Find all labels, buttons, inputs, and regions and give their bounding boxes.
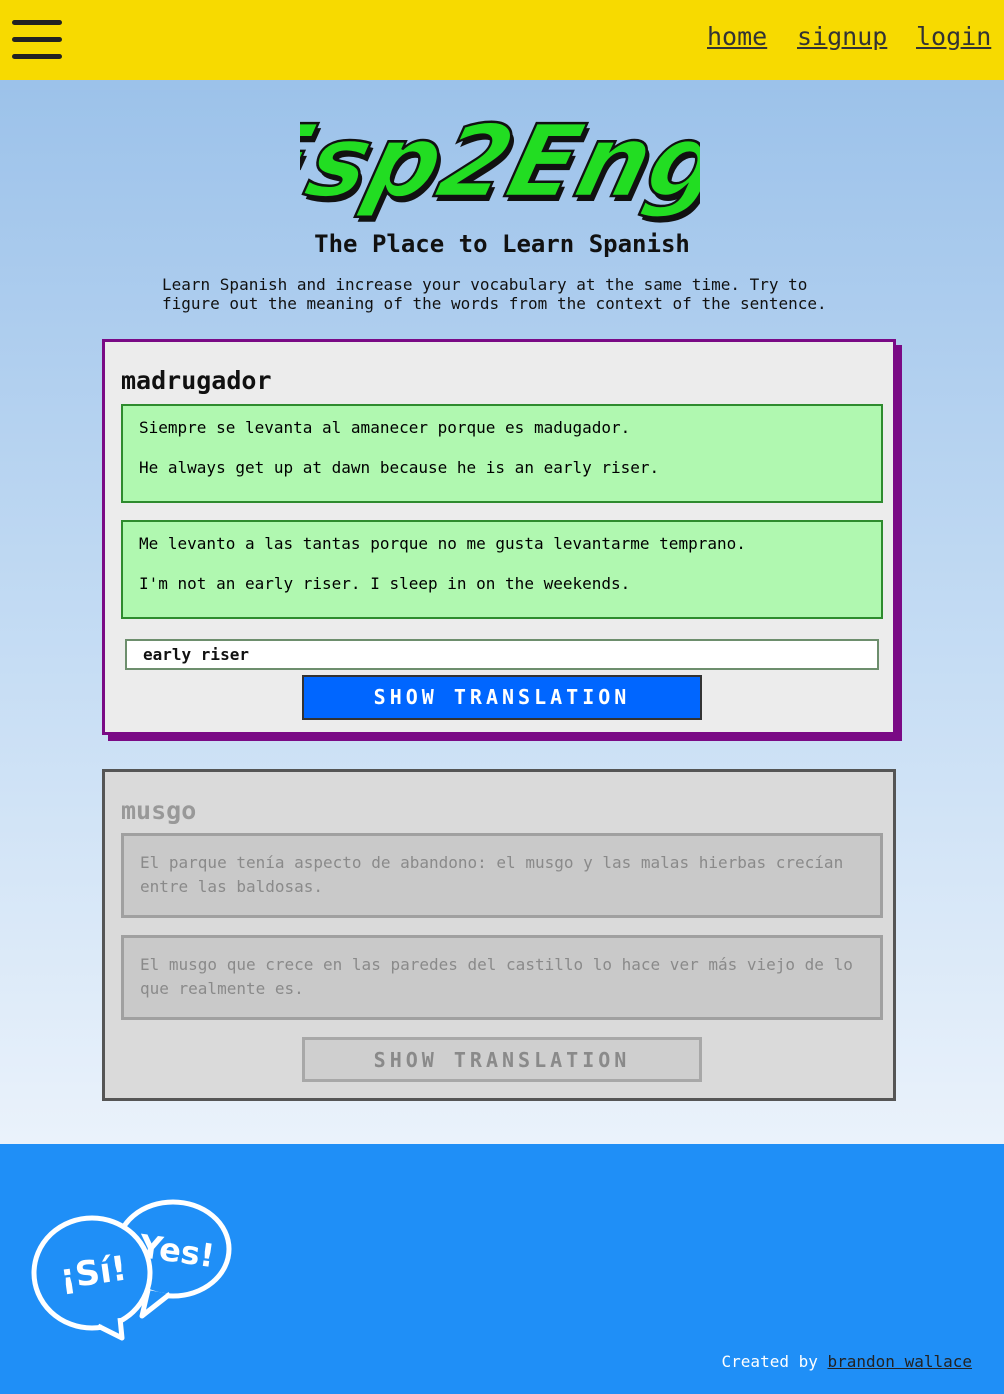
show-translation-button[interactable]: SHOW TRANSLATION: [302, 675, 702, 720]
footer-credit: Created by brandon wallace: [722, 1352, 972, 1371]
show-translation-button[interactable]: SHOW TRANSLATION: [302, 1037, 702, 1082]
answer-input[interactable]: [125, 639, 879, 670]
nav-login-link[interactable]: login: [916, 22, 991, 51]
spanish-sentence: Siempre se levanta al amanecer porque es…: [139, 418, 631, 437]
credit-prefix: Created by: [721, 1352, 818, 1371]
top-navbar: home signup login: [0, 0, 1004, 80]
site-logo: Esp2Eng! Esp2Eng!: [300, 102, 700, 224]
hamburger-menu-icon[interactable]: [12, 20, 62, 60]
spanish-sentence: Me levanto a las tantas porque no me gus…: [139, 534, 746, 553]
spanish-sentence: El musgo que crece en las paredes del ca…: [140, 955, 853, 998]
example-sentence-box: El musgo que crece en las paredes del ca…: [121, 935, 883, 1020]
english-sentence: He always get up at dawn because he is a…: [139, 458, 660, 477]
spanish-sentence: El parque tenía aspecto de abandono: el …: [140, 853, 844, 896]
vocab-card-active: madrugador Siempre se levanta al amanece…: [102, 339, 896, 735]
footer: Yes! ¡Sí! Created by brandon wallace: [0, 1144, 1004, 1394]
example-sentence-box: Siempre se levanta al amanecer porque es…: [121, 404, 883, 503]
nav-home-link[interactable]: home: [707, 22, 767, 51]
example-sentence-box: El parque tenía aspecto de abandono: el …: [121, 833, 883, 918]
site-tagline: The Place to Learn Spanish: [314, 230, 690, 258]
vocab-word: madrugador: [121, 366, 272, 395]
vocab-card-inactive: musgo El parque tenía aspecto de abandon…: [102, 769, 896, 1101]
svg-text:Esp2Eng!: Esp2Eng!: [300, 103, 700, 219]
speech-bubbles-icon: Yes! ¡Sí!: [31, 1199, 232, 1341]
english-sentence: I'm not an early riser. I sleep in on th…: [139, 574, 631, 593]
nav-signup-link[interactable]: signup: [797, 22, 887, 51]
author-link[interactable]: brandon wallace: [828, 1352, 973, 1371]
intro-text: Learn Spanish and increase your vocabula…: [162, 275, 827, 313]
example-sentence-box: Me levanto a las tantas porque no me gus…: [121, 520, 883, 619]
vocab-word: musgo: [121, 796, 197, 825]
